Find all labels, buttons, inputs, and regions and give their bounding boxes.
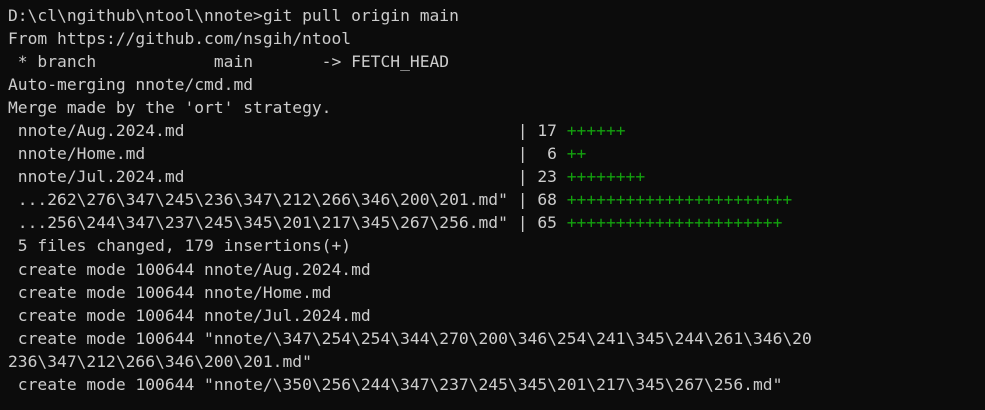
- line-text: * branch main -> FETCH_HEAD: [8, 52, 450, 72]
- terminal-line: 236\347\212\266\346\200\201.md": [8, 350, 985, 373]
- terminal-line: create mode 100644 nnote/Jul.2024.md: [8, 304, 985, 327]
- line-text: 5 files changed, 179 insertions(+): [8, 236, 352, 256]
- terminal-line: create mode 100644 "nnote/\350\256\244\3…: [8, 373, 985, 396]
- diffstat-row: nnote/Aug.2024.md | 17 ++++++: [8, 119, 985, 142]
- diffstat-row: ...256\244\347\237\245\345\201\217\345\2…: [8, 211, 985, 234]
- terminal-line: Auto-merging nnote/cmd.md: [8, 73, 985, 96]
- diffstat-file: ...256\244\347\237\245\345\201\217\345\2…: [8, 213, 567, 233]
- line-text: create mode 100644 nnote/Jul.2024.md: [8, 305, 371, 325]
- insertion-bar: ++++++++: [566, 167, 646, 187]
- diffstat-row: nnote/Home.md | 6 ++: [8, 142, 985, 165]
- diffstat-file: nnote/Jul.2024.md | 23: [8, 167, 567, 187]
- terminal-line: create mode 100644 "nnote/\347\254\254\3…: [8, 327, 985, 350]
- line-text: create mode 100644 nnote/Aug.2024.md: [8, 259, 371, 279]
- line-text: create mode 100644 "nnote/\347\254\254\3…: [8, 328, 812, 348]
- diffstat-file: nnote/Home.md | 6: [8, 144, 567, 164]
- terminal-line: 5 files changed, 179 insertions(+): [8, 234, 985, 257]
- line-text: create mode 100644 nnote/Home.md: [8, 282, 332, 302]
- line-text: Merge made by the 'ort' strategy.: [8, 98, 332, 118]
- terminal-window[interactable]: D:\cl\ngithub\ntool\nnote>git pull origi…: [0, 0, 985, 410]
- insertion-bar: +++++++++++++++++++++++: [566, 190, 793, 210]
- diffstat-file: ...262\276\347\245\236\347\212\266\346\2…: [8, 190, 567, 210]
- insertion-bar: ++++++: [566, 121, 626, 141]
- terminal-line: D:\cl\ngithub\ntool\nnote>git pull origi…: [8, 4, 985, 27]
- terminal-line: Merge made by the 'ort' strategy.: [8, 96, 985, 119]
- terminal-line: create mode 100644 nnote/Aug.2024.md: [8, 258, 985, 281]
- diffstat-file: nnote/Aug.2024.md | 17: [8, 121, 567, 141]
- line-text: 236\347\212\266\346\200\201.md": [8, 351, 312, 371]
- line-text: From https://github.com/nsgih/ntool: [8, 29, 352, 49]
- line-text: Auto-merging nnote/cmd.md: [8, 75, 254, 95]
- line-text: create mode 100644 "nnote/\350\256\244\3…: [8, 374, 783, 394]
- insertion-bar: ++++++++++++++++++++++: [566, 213, 783, 233]
- diffstat-row: nnote/Jul.2024.md | 23 ++++++++: [8, 165, 985, 188]
- terminal-line: From https://github.com/nsgih/ntool: [8, 27, 985, 50]
- line-text: D:\cl\ngithub\ntool\nnote>git pull origi…: [8, 6, 459, 25]
- terminal-line: create mode 100644 nnote/Home.md: [8, 281, 985, 304]
- insertion-bar: ++: [566, 144, 587, 164]
- terminal-line: * branch main -> FETCH_HEAD: [8, 50, 985, 73]
- diffstat-row: ...262\276\347\245\236\347\212\266\346\2…: [8, 188, 985, 211]
